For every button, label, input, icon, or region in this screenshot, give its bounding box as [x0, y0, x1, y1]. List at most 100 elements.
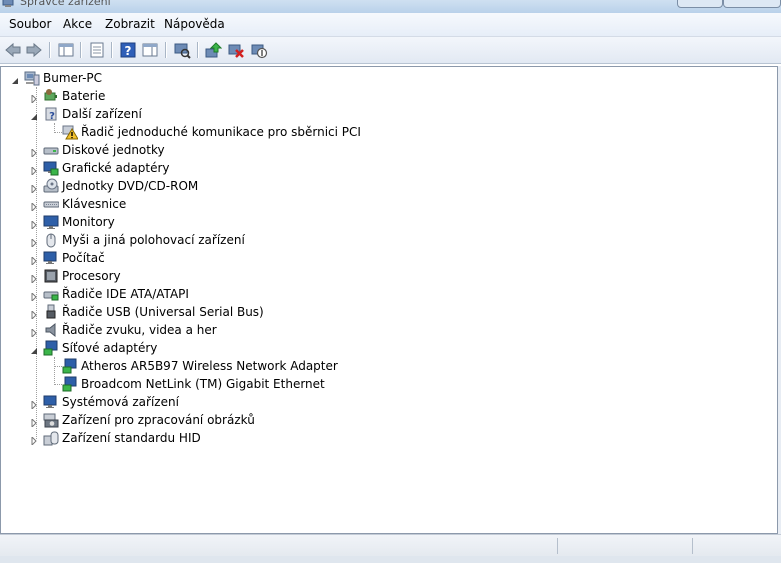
minimize-button[interactable] [677, 0, 723, 8]
status-pane [692, 538, 781, 554]
hid-icon [43, 430, 59, 446]
expand-triangle-icon[interactable] [30, 326, 38, 339]
tree-item-label: Jednotky DVD/CD-ROM [62, 179, 199, 193]
warning-device-icon [62, 124, 79, 140]
device-manager-app-icon [2, 0, 14, 8]
toolbar-separator [197, 42, 199, 58]
expand-triangle-icon[interactable] [30, 254, 38, 267]
status-pane [557, 538, 693, 554]
title-bar: Správce zařízení [0, 0, 781, 13]
window-title: Správce zařízení [20, 0, 111, 8]
forward-button[interactable] [25, 41, 43, 59]
tree-guide-line [54, 384, 62, 385]
scan-hardware-icon [174, 43, 191, 59]
network-adapter-icon [62, 376, 78, 392]
toolbar: ? [0, 37, 781, 64]
tree-item-label: Počítač [62, 251, 105, 265]
network-adapter-icon [43, 340, 59, 356]
toolbar-separator [111, 42, 113, 58]
tree-item-label: Síťové adaptéry [62, 341, 158, 355]
tree-item-label: Řadiče zvuku, videa a her [62, 323, 217, 337]
unknown-device-icon: ? [43, 106, 59, 122]
help-icon: ? [120, 42, 136, 58]
back-button[interactable] [4, 41, 22, 59]
expand-triangle-icon[interactable] [30, 272, 38, 285]
collapse-triangle-icon[interactable] [30, 110, 38, 120]
action-pane-button[interactable] [141, 41, 159, 59]
show-hide-console-tree-button[interactable] [57, 41, 75, 59]
tree-item-label: Systémová zařízení [62, 395, 179, 409]
status-bar [0, 534, 781, 557]
uninstall-icon [228, 44, 244, 58]
menu-akce[interactable]: Akce [63, 17, 92, 31]
update-driver-button[interactable] [204, 41, 222, 59]
forward-arrow-icon [26, 42, 42, 58]
tree-item-label: Monitory [62, 215, 115, 229]
network-adapter-icon [62, 358, 78, 374]
expand-triangle-icon[interactable] [30, 416, 38, 429]
display-adapter-icon [43, 160, 59, 176]
device-tree[interactable]: Bumer-PC Baterie ? Další zařízení Řadič … [0, 66, 778, 534]
tree-guide-line [54, 132, 62, 133]
expand-triangle-icon[interactable] [30, 146, 38, 159]
help-button[interactable]: ? [119, 41, 137, 59]
expand-triangle-icon[interactable] [30, 182, 38, 195]
tree-item-label: Broadcom NetLink (TM) Gigabit Ethernet [81, 377, 325, 391]
svg-text:?: ? [125, 44, 132, 58]
battery-icon [43, 88, 59, 104]
expand-triangle-icon[interactable] [30, 236, 38, 249]
tree-item-label: Zařízení standardu HID [62, 431, 201, 445]
collapse-triangle-icon[interactable] [30, 344, 38, 354]
properties-icon [90, 42, 104, 58]
menu-napoveda[interactable]: Nápověda [164, 17, 225, 31]
expand-triangle-icon[interactable] [30, 398, 38, 411]
menu-zobrazit[interactable]: Zobrazit [105, 17, 155, 31]
console-tree-icon [58, 43, 74, 57]
tree-item-label: Procesory [62, 269, 121, 283]
window-bottom-edge [0, 556, 781, 563]
disable-button[interactable] [250, 41, 268, 59]
tree-guide-line [54, 357, 55, 385]
expand-triangle-icon[interactable] [30, 200, 38, 213]
camera-icon [43, 412, 59, 428]
speaker-icon [43, 322, 59, 338]
expand-triangle-icon[interactable] [30, 92, 38, 105]
tree-item-label: Grafické adaptéry [62, 161, 170, 175]
vertical-scrollbar[interactable] [777, 66, 781, 534]
menu-soubor[interactable]: Soubor [9, 17, 51, 31]
tree-item-label: Řadič jednoduché komunikace pro sběrnici… [81, 125, 361, 139]
tree-item-label: Bumer-PC [43, 71, 103, 85]
properties-button[interactable] [88, 41, 106, 59]
action-pane-icon [142, 43, 158, 57]
update-driver-icon [205, 42, 222, 58]
collapse-triangle-icon[interactable] [11, 74, 19, 84]
uninstall-button[interactable] [227, 41, 245, 59]
toolbar-separator [49, 42, 51, 58]
computer-icon [43, 250, 59, 266]
tree-item-label: Klávesnice [62, 197, 127, 211]
dvd-drive-icon [43, 178, 59, 194]
tree-item-label: Zařízení pro zpracování obrázků [62, 413, 255, 427]
mouse-icon [43, 232, 59, 248]
toolbar-separator [80, 42, 82, 58]
expand-triangle-icon[interactable] [30, 164, 38, 177]
expand-triangle-icon[interactable] [30, 290, 38, 303]
svg-text:?: ? [49, 111, 55, 122]
scan-hardware-button[interactable] [173, 41, 191, 59]
expand-triangle-icon[interactable] [30, 434, 38, 447]
disk-drive-icon [43, 142, 59, 158]
tree-item-label: Myši a jiná polohovací zařízení [62, 233, 245, 247]
toolbar-separator [165, 42, 167, 58]
processor-icon [43, 268, 59, 284]
tree-item-label: Baterie [62, 89, 106, 103]
expand-triangle-icon[interactable] [30, 308, 38, 321]
computer-icon [24, 70, 40, 86]
expand-triangle-icon[interactable] [30, 218, 38, 231]
tree-item-label: Atheros AR5B97 Wireless Network Adapter [81, 359, 338, 373]
usb-icon [43, 304, 59, 320]
system-device-icon [43, 394, 59, 410]
maximize-button[interactable] [723, 0, 781, 8]
tree-item-label: Řadiče IDE ATA/ATAPI [62, 287, 189, 301]
menu-bar: Soubor Akce Zobrazit Nápověda [0, 13, 781, 37]
back-arrow-icon [5, 42, 21, 58]
